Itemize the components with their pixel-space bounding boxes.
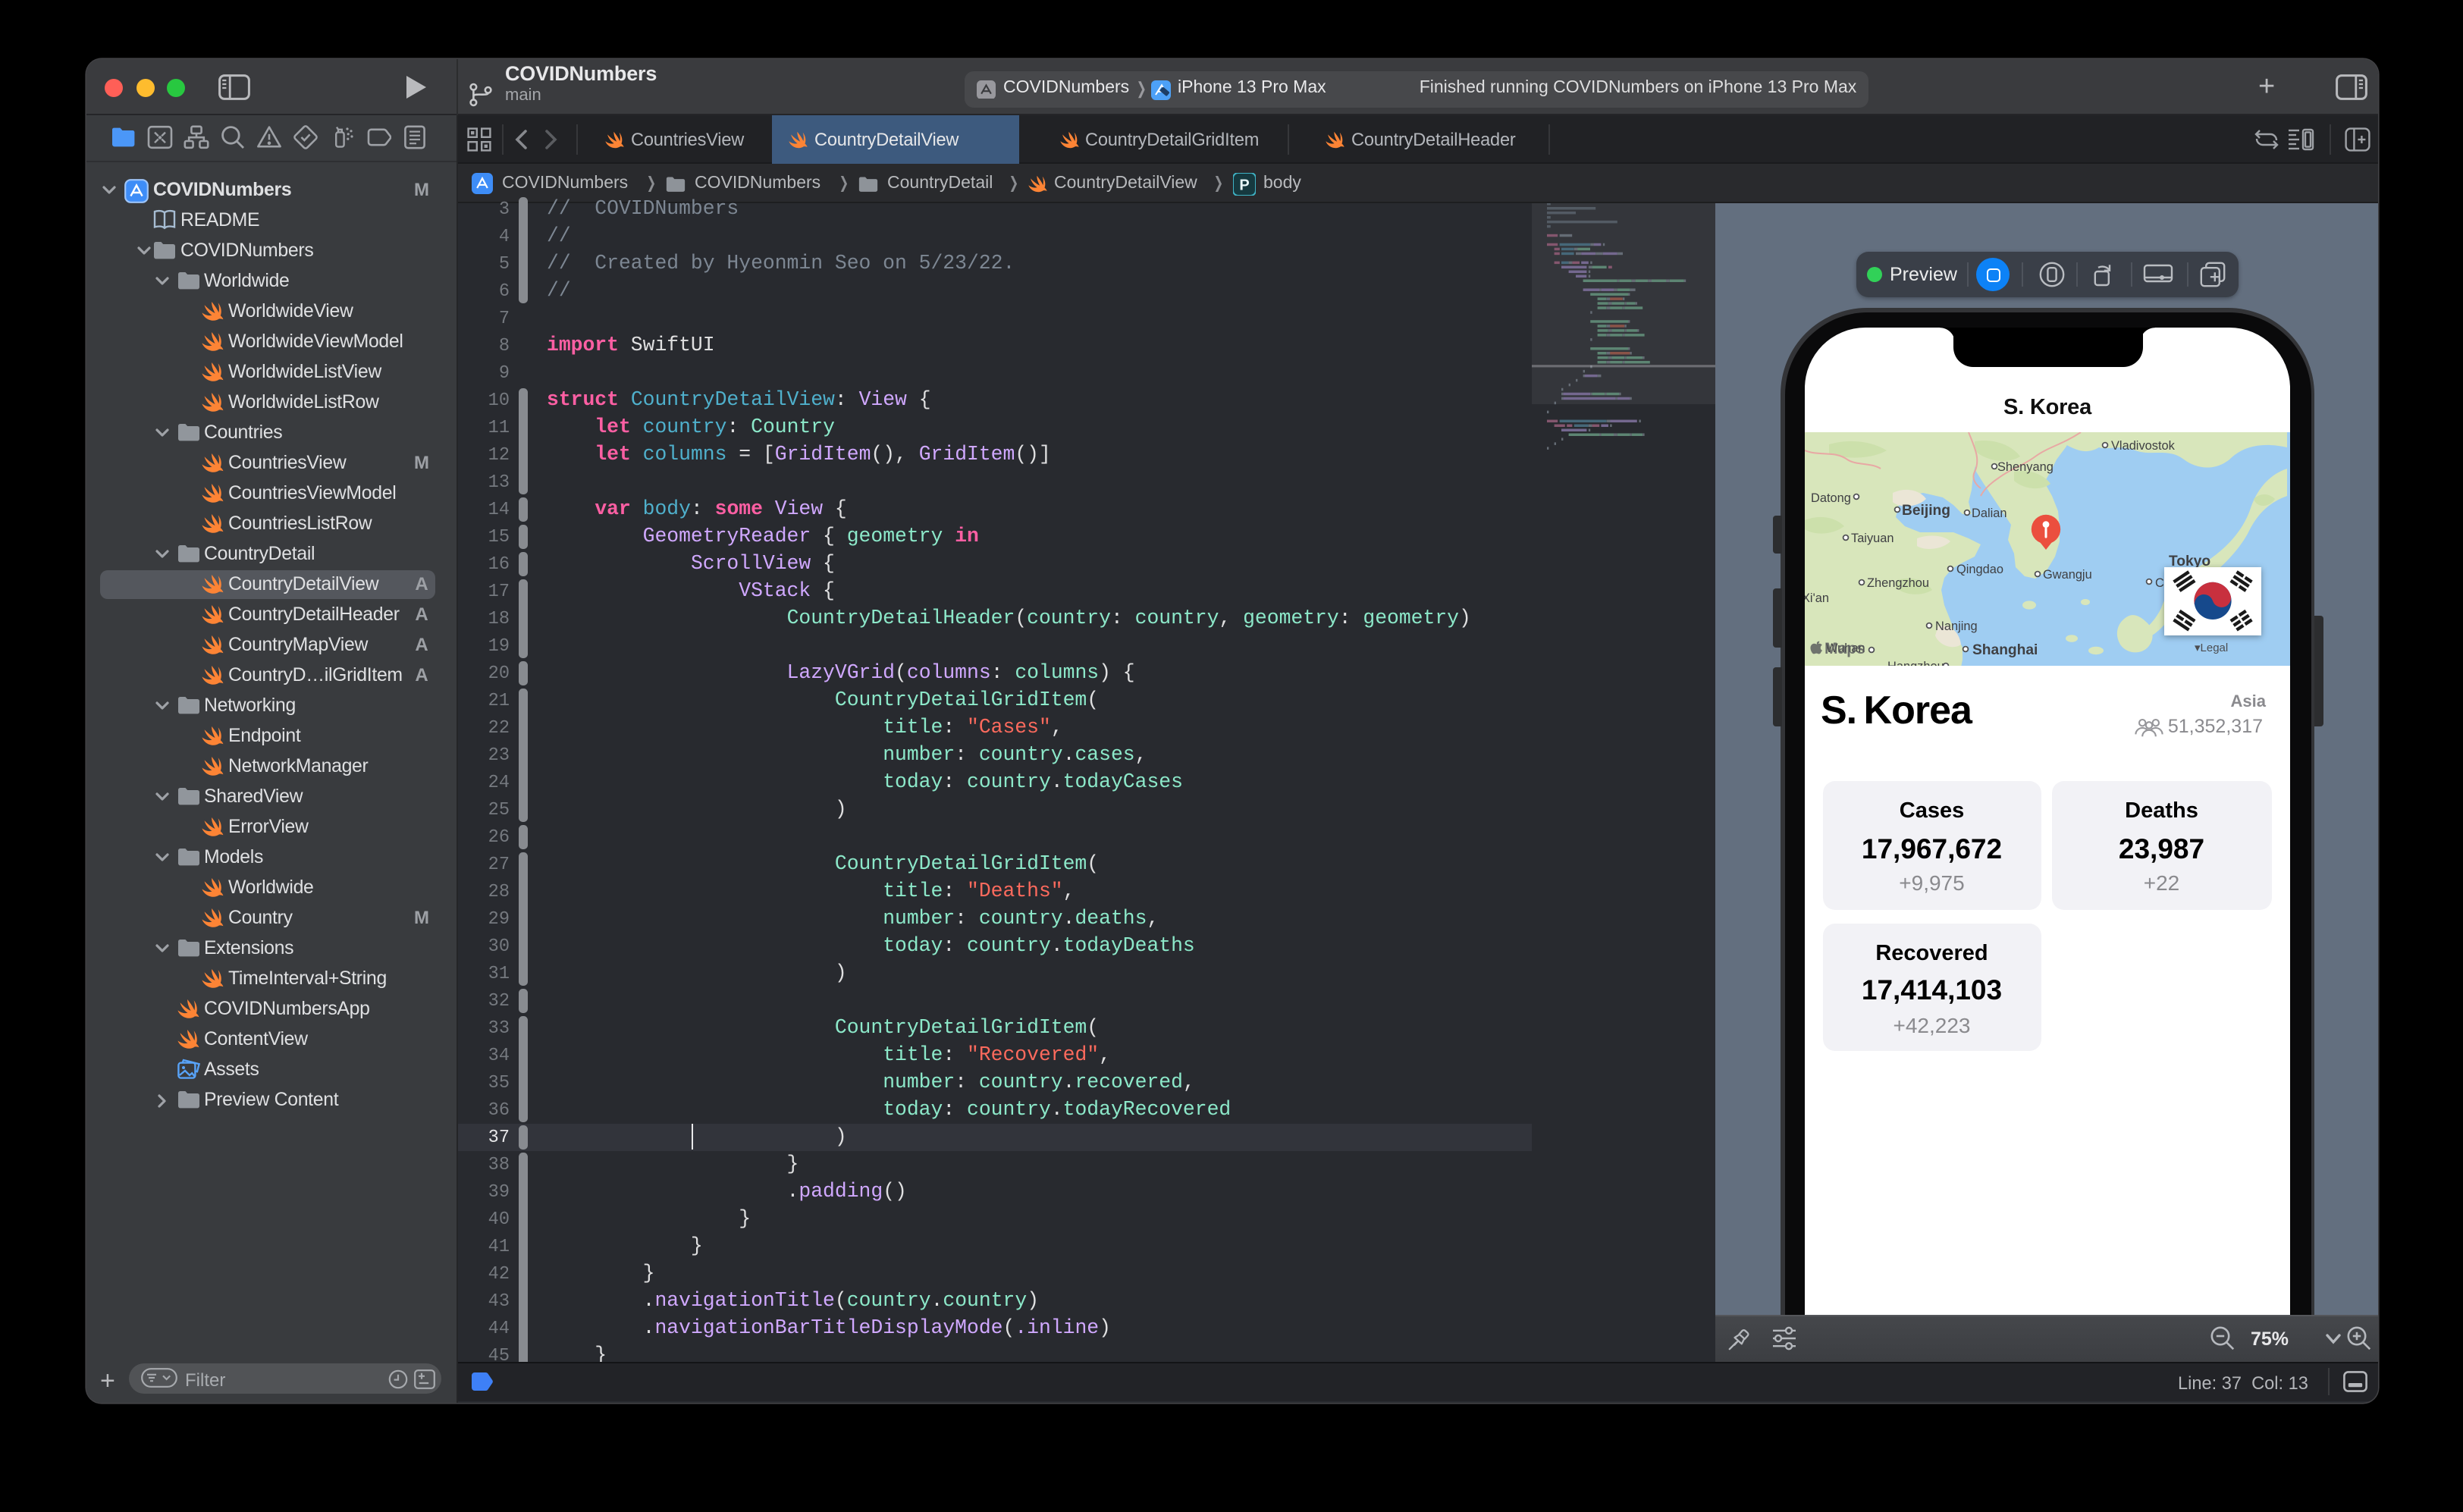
- svg-text:Dalian: Dalian: [1972, 506, 2006, 519]
- svg-text:Taiyuan: Taiyuan: [1851, 531, 1894, 544]
- svg-text:Maps: Maps: [1825, 639, 1865, 657]
- svg-text:C: C: [2155, 576, 2164, 589]
- svg-text:Shenyang: Shenyang: [1997, 460, 2054, 473]
- svg-text:Beijing: Beijing: [1902, 502, 1950, 518]
- svg-text:Nanjing: Nanjing: [1935, 619, 1978, 632]
- svg-text:Zhengzhou: Zhengzhou: [1867, 576, 1929, 589]
- svg-text:Shanghai: Shanghai: [1972, 642, 2038, 657]
- svg-text:Datong: Datong: [1811, 491, 1851, 504]
- svg-text:Tokyo: Tokyo: [2169, 553, 2210, 569]
- svg-text:Gwangju: Gwangju: [2043, 567, 2092, 581]
- svg-text:P: P: [1239, 176, 1249, 193]
- svg-text:Vladivostok: Vladivostok: [2111, 438, 2176, 452]
- svg-text:Hangzhou: Hangzhou: [1887, 659, 1944, 666]
- svg-text:Qingdao: Qingdao: [1956, 562, 2003, 576]
- svg-text:▾Legal: ▾Legal: [2195, 641, 2228, 654]
- svg-text:Xi'an: Xi'an: [1805, 591, 1829, 604]
